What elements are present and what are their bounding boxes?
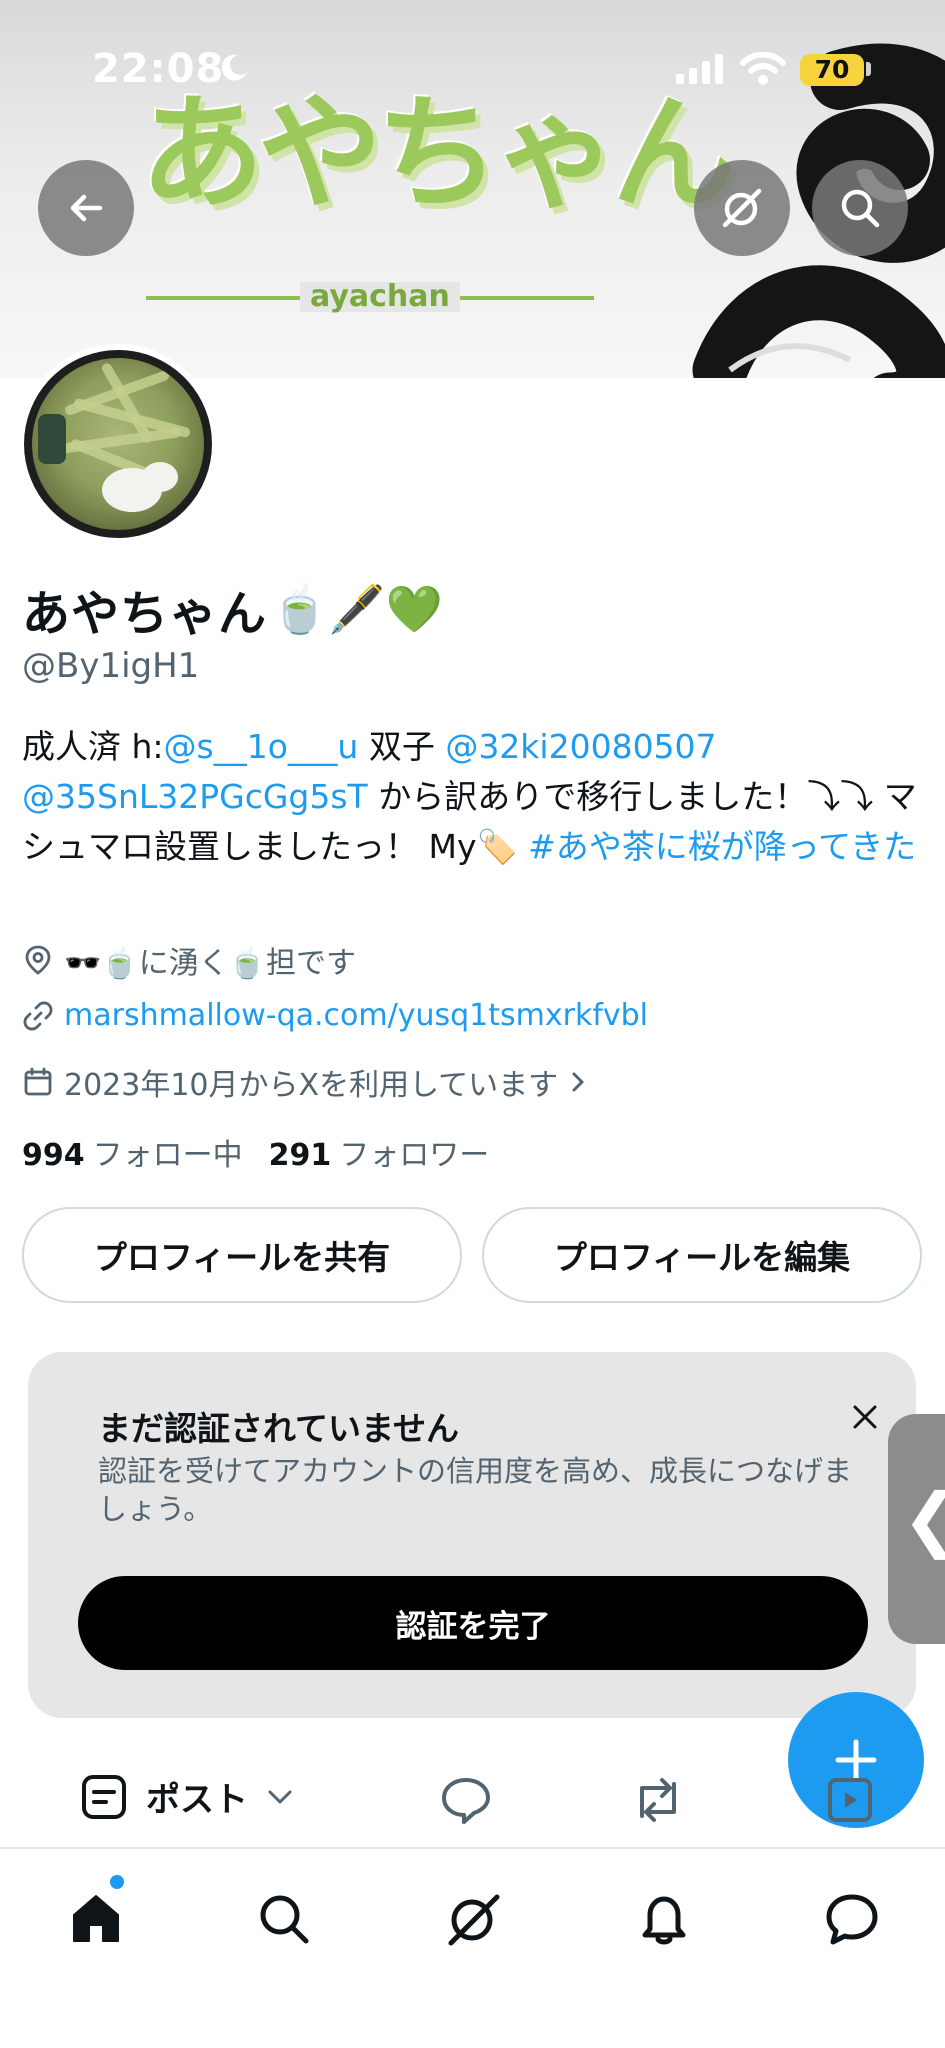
tab-posts-label: ポスト <box>146 1780 248 1820</box>
verification-description: 認証を受けてアカウントの信用度を高め、成長につなげましょう。 <box>98 1454 853 1526</box>
grok-button[interactable] <box>694 160 790 256</box>
location-row: 🕶️🍵に湧く🍵担です <box>22 938 356 982</box>
edit-profile-button[interactable]: プロフィールを編集 <box>482 1207 922 1303</box>
follow-stats: 994 フォロー中 291 フォロワー <box>22 1130 489 1174</box>
joined-date: 2023年10月からXを利用しています <box>64 1068 559 1103</box>
reposts-tab-icon[interactable] <box>630 1776 686 1824</box>
bottom-navigation <box>0 1847 945 2048</box>
followers-stat[interactable]: 291 フォロワー <box>269 1130 490 1174</box>
following-label: フォロー中 <box>92 1138 243 1173</box>
nav-messages[interactable] <box>812 1879 892 1959</box>
user-handle: @By1igH1 <box>22 646 200 686</box>
complete-verification-button[interactable]: 認証を完了 <box>78 1576 868 1670</box>
followers-count: 291 <box>268 1138 332 1173</box>
bio-text: 成人済 h: <box>22 727 164 766</box>
nav-grok[interactable] <box>433 1879 513 1959</box>
verification-card: まだ認証されていません 認証を受けてアカウントの信用度を高め、成長につなげましょ… <box>28 1352 916 1718</box>
location-text: 🕶️🍵に湧く🍵担です <box>64 946 357 981</box>
tab-posts[interactable]: ポスト <box>80 1772 294 1821</box>
grok-icon <box>722 188 762 228</box>
battery-level: 70 <box>800 54 864 86</box>
name-emojis: 🍵🖋️💚 <box>271 582 443 636</box>
bio-mention[interactable]: @s__1o___u <box>164 727 359 766</box>
bio-hashtag[interactable]: #あや茶に桜が降ってきた <box>528 827 916 866</box>
chevron-right-icon <box>572 1072 584 1092</box>
banner-subtitle: ayachan <box>300 282 460 312</box>
nav-search[interactable] <box>244 1879 324 1959</box>
bell-icon <box>642 1896 686 1945</box>
messages-icon <box>826 1894 878 1945</box>
profile-link[interactable]: marshmallow-qa.com/yusq1tsmxrkfvbl <box>64 998 648 1033</box>
moon-icon <box>221 54 247 81</box>
post-icon <box>82 1774 126 1819</box>
joined-row[interactable]: 2023年10月からXを利用しています <box>22 1060 588 1104</box>
display-name-row: あやちゃん 🍵🖋️💚 <box>22 574 443 644</box>
following-stat[interactable]: 994 フォロー中 <box>22 1130 243 1174</box>
back-arrow-icon <box>70 194 103 222</box>
display-name: あやちゃん <box>22 586 268 642</box>
post-type-tabs: ポスト <box>0 1770 945 1846</box>
verification-title: まだ認証されていません <box>98 1409 460 1448</box>
chevron-left-icon: ❮ <box>902 1484 945 1554</box>
avatar-image <box>24 350 212 538</box>
cellular-signal-icon <box>676 54 723 84</box>
verification-close-button[interactable] <box>840 1392 890 1442</box>
battery-cap <box>866 62 871 76</box>
avatar[interactable] <box>18 344 218 544</box>
link-row[interactable]: marshmallow-qa.com/yusq1tsmxrkfvbl <box>22 998 648 1033</box>
link-icon <box>23 1001 53 1030</box>
profile-bio: 成人済 h:@s__1o___u 双子 @32ki20080507 @35SnL… <box>22 722 932 872</box>
search-icon <box>841 189 880 228</box>
location-pin-icon <box>25 945 51 975</box>
replies-tab-icon[interactable] <box>440 1776 492 1824</box>
bio-mention[interactable]: @35SnL32PGcGg5sT <box>22 777 368 816</box>
home-icon <box>73 1895 119 1942</box>
nav-notifications[interactable] <box>624 1879 704 1959</box>
search-button[interactable] <box>812 160 908 256</box>
followers-label: フォロワー <box>339 1138 490 1173</box>
bio-text: 双子 <box>358 727 446 766</box>
nav-home[interactable] <box>56 1879 136 1959</box>
media-tab-icon[interactable] <box>826 1776 874 1824</box>
status-time: 22:08 <box>92 46 225 92</box>
share-profile-button[interactable]: プロフィールを共有 <box>22 1207 462 1303</box>
grok-icon <box>448 1894 500 1946</box>
calendar-icon <box>24 1067 52 1096</box>
chevron-down-icon <box>268 1790 292 1803</box>
close-icon <box>853 1405 877 1429</box>
home-notification-dot <box>110 1875 124 1889</box>
search-icon <box>260 1895 309 1944</box>
back-button[interactable] <box>38 160 134 256</box>
bio-mention[interactable]: @32ki20080507 <box>445 727 716 766</box>
status-bar: 22:08 70 <box>0 0 945 140</box>
side-panel-handle[interactable]: ❮ <box>888 1414 945 1644</box>
following-count: 994 <box>22 1138 85 1173</box>
wifi-icon <box>740 52 786 85</box>
